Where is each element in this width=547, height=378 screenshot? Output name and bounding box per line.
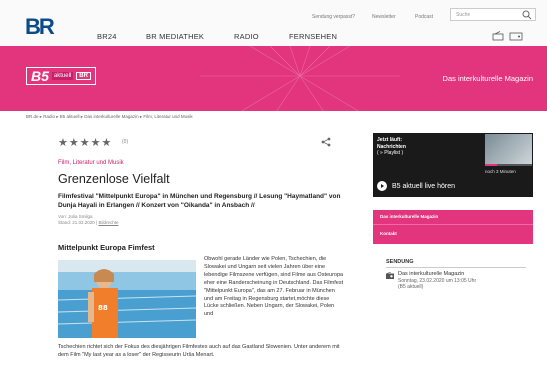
b5-aktuell-logo[interactable]: B5 aktuell BR <box>26 67 96 85</box>
rating-count: (0) <box>122 139 129 145</box>
program-banner: B5 aktuell BR Das interkulturelle Magazi… <box>0 46 547 111</box>
nav-radio[interactable]: RADIO <box>234 32 259 41</box>
player-thumbnail <box>485 134 532 165</box>
radio-icon <box>386 272 394 279</box>
broadcast-info: SENDUNG Das interkulturelle Magazin Sonn… <box>373 254 533 334</box>
article-photo: 88 <box>58 260 196 338</box>
article: ★★★★★ (0) Film, Literatur und Musik Gren… <box>22 124 352 378</box>
article-headline: Grenzenlose Vielfalt <box>58 172 170 186</box>
play-label: B5 aktuell live hören <box>392 182 456 190</box>
article-byline: Von: Julia Smilga Stand: 21.02.2020 | Bi… <box>58 214 119 225</box>
sidebar-link-magazin[interactable]: Das interkulturelle Magazin <box>380 214 438 219</box>
banner-rays <box>200 46 400 111</box>
search-input[interactable]: Suche <box>450 8 536 21</box>
article-body-full: Tschechien richtet sich der Fokus des di… <box>58 344 340 358</box>
broadcast-divider <box>386 267 526 268</box>
sidebar-links: Das interkulturelle Magazin Kontakt <box>373 210 533 244</box>
section-subhead: Mittelpunkt Europa Fimfest <box>58 243 155 252</box>
util-link-newsletter[interactable]: Newsletter <box>372 14 396 20</box>
search-placeholder: Suche <box>456 12 471 18</box>
broadcast-station: (B5 aktuell) <box>398 284 424 290</box>
live-player: Jetzt läuft: Nachrichten ( » Playlist ) … <box>373 133 533 197</box>
article-category[interactable]: Film, Literatur und Musik <box>58 160 124 166</box>
remaining-time: noch 3 Minuten <box>485 169 516 174</box>
sidebar-divider <box>373 224 533 225</box>
nav-fernsehen[interactable]: FERNSEHEN <box>289 32 337 41</box>
util-link-podcast[interactable]: Podcast <box>415 14 433 20</box>
byline-date: Stand: 21.02.2020 <box>58 220 95 225</box>
top-header: BR Sendung verpasst? Newsletter Podcast … <box>0 0 547 46</box>
rating-stars[interactable]: ★★★★★ <box>58 136 112 149</box>
nav-mediathek[interactable]: BR MEDIATHEK <box>146 32 204 41</box>
sidebar-link-kontakt[interactable]: Kontakt <box>380 231 397 236</box>
player-progress <box>485 164 532 166</box>
br-small-logo: BR <box>76 72 91 80</box>
search-icon[interactable] <box>522 10 532 20</box>
nav-icons <box>492 31 532 43</box>
nav-br24[interactable]: BR24 <box>97 32 117 41</box>
now-playing: Jetzt läuft: Nachrichten ( » Playlist ) <box>377 137 406 157</box>
broadcast-title: SENDUNG <box>386 259 414 265</box>
now-playing-label: Jetzt läuft: <box>377 137 402 143</box>
util-link-missed[interactable]: Sendung verpasst? <box>312 14 355 20</box>
live-play-button[interactable]: B5 aktuell live hören <box>377 181 455 191</box>
play-icon[interactable] <box>377 181 387 191</box>
tv-icon[interactable] <box>509 32 523 41</box>
share-icon[interactable] <box>321 137 331 147</box>
radio-icon[interactable] <box>492 31 504 41</box>
image-rights-link[interactable]: Bildrechte <box>98 220 118 225</box>
article-teaser: Filmfestival "Mittelpunkt Europa" in Mün… <box>58 193 341 209</box>
b5-logo-text: B5 <box>31 68 49 84</box>
article-body-column: Obwohl gerade Länder wie Polen, Tschechi… <box>204 256 344 318</box>
svg-text:88: 88 <box>98 304 108 312</box>
breadcrumb[interactable]: BR.de ▸ Radio ▸ B5 aktuell ▸ Das interku… <box>26 114 193 120</box>
playlist-link[interactable]: ( » Playlist ) <box>377 150 406 157</box>
broadcast-name[interactable]: Das interkulturelle Magazin <box>398 271 464 277</box>
banner-title[interactable]: Das interkulturelle Magazin <box>443 74 533 83</box>
br-logo[interactable]: BR <box>25 14 55 40</box>
aktuell-logo-text: aktuell <box>51 72 74 80</box>
